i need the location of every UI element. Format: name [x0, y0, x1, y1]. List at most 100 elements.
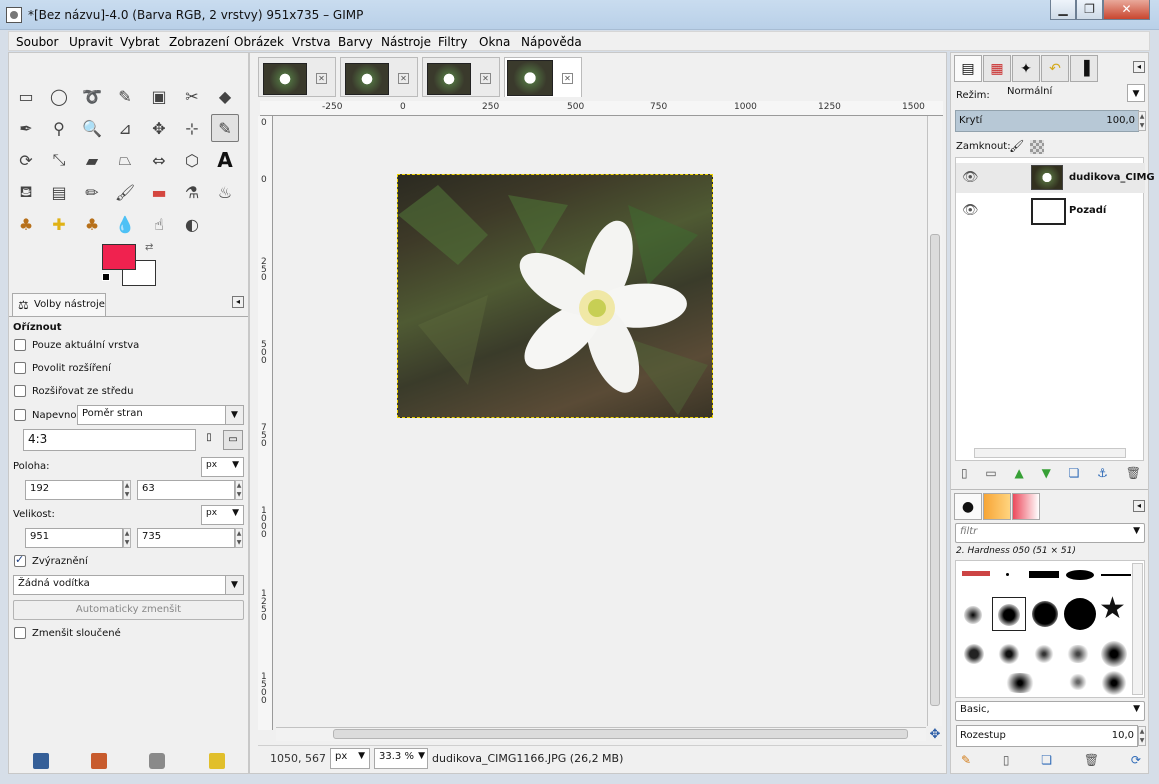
default-colors-icon[interactable]: [102, 273, 110, 281]
ink-icon[interactable]: ♨: [211, 178, 239, 206]
move-icon[interactable]: ✥: [145, 114, 173, 142]
eraser-icon[interactable]: ▬: [145, 178, 173, 206]
image-tab-2[interactable]: ✕: [340, 57, 418, 97]
perspective-clone-icon[interactable]: ♣: [78, 210, 106, 238]
smudge-icon[interactable]: ☝: [145, 210, 173, 238]
configure-tab-icon[interactable]: ◂: [1133, 500, 1145, 512]
paths-tab-icon[interactable]: ✦: [1012, 55, 1040, 82]
only-current-layer-checkbox[interactable]: [14, 339, 26, 351]
restore-options-icon[interactable]: [91, 753, 107, 769]
tool-options-tab[interactable]: ⚖ Volby nástroje: [12, 293, 106, 317]
ratio-input[interactable]: 4:3: [23, 429, 196, 451]
delete-layer-icon[interactable]: 🗑: [1126, 466, 1141, 482]
undo-history-tab-icon[interactable]: ↶: [1041, 55, 1069, 82]
new-layer-group-icon[interactable]: ▭: [985, 466, 996, 482]
anchor-layer-icon[interactable]: ⚓: [1097, 466, 1108, 482]
close-button[interactable]: ✕: [1103, 0, 1150, 20]
swap-colors-icon[interactable]: ⇄: [145, 242, 153, 253]
position-unit-dropdown[interactable]: px ▼: [201, 457, 244, 477]
horizontal-scrollbar[interactable]: [276, 727, 926, 741]
menu-napoveda[interactable]: Nápověda: [521, 35, 582, 49]
fixed-mode-dropdown[interactable]: Poměr stran ▼: [77, 405, 244, 425]
expand-from-center-checkbox[interactable]: [14, 385, 26, 397]
pencil-icon[interactable]: ✏: [78, 178, 106, 206]
brush-preview[interactable]: [1066, 570, 1094, 580]
brush-preview[interactable]: [998, 644, 1020, 664]
menu-soubor[interactable]: Soubor: [16, 35, 58, 49]
close-icon[interactable]: ✕: [398, 73, 409, 84]
align-icon[interactable]: ⊹: [178, 114, 206, 142]
brush-preview[interactable]: [1101, 574, 1131, 576]
patterns-tab-icon[interactable]: [983, 493, 1011, 520]
measure-icon[interactable]: ⊿: [111, 114, 139, 142]
layers-hscroll[interactable]: [974, 448, 1126, 458]
shrink-merged-checkbox[interactable]: [14, 627, 26, 639]
brush-preview[interactable]: [1066, 645, 1090, 663]
scissors-select-icon[interactable]: ✂: [178, 82, 206, 110]
brush-preview[interactable]: [964, 644, 984, 664]
layers-tab-icon[interactable]: ▤: [954, 55, 982, 82]
brush-preview[interactable]: [998, 604, 1020, 626]
brushes-tab-icon[interactable]: ●: [954, 493, 982, 520]
free-select-icon[interactable]: ➰: [78, 82, 106, 110]
configure-tab-icon[interactable]: ◂: [1133, 61, 1145, 73]
vertical-scrollbar[interactable]: [927, 116, 942, 726]
landscape-icon[interactable]: ▭: [223, 430, 243, 450]
brush-grid[interactable]: ★: [955, 560, 1145, 698]
brush-preview[interactable]: [1101, 641, 1127, 667]
fuzzy-select-icon[interactable]: ✎: [111, 82, 139, 110]
close-icon[interactable]: ✕: [562, 73, 573, 84]
menu-okna[interactable]: Okna: [479, 35, 510, 49]
reset-options-icon[interactable]: [209, 753, 225, 769]
crop-icon[interactable]: ✎: [211, 114, 239, 142]
size-unit-dropdown[interactable]: px ▼: [201, 505, 244, 525]
unit-dropdown[interactable]: px ▼: [330, 748, 370, 769]
star-brush-icon[interactable]: ★: [1099, 594, 1126, 624]
guides-dropdown[interactable]: Žádná vodítka ▼: [13, 575, 244, 595]
opacity-slider[interactable]: Krytí 100,0: [955, 110, 1139, 132]
auto-shrink-button[interactable]: Automaticky zmenšit: [13, 600, 244, 620]
bucket-fill-icon[interactable]: ⛾: [12, 178, 40, 206]
fixed-checkbox[interactable]: [14, 409, 26, 421]
image-tab-3[interactable]: ✕: [422, 57, 500, 97]
new-layer-icon[interactable]: ▯: [961, 466, 968, 482]
vertical-scroll-thumb[interactable]: [930, 234, 940, 706]
size-height-spin[interactable]: ▲ ▼: [235, 528, 243, 548]
delete-brush-icon[interactable]: 🗑: [1084, 753, 1099, 769]
eye-icon[interactable]: 👁: [962, 170, 979, 185]
spacing-slider[interactable]: Rozestup 10,0: [956, 725, 1138, 747]
configure-tab-icon[interactable]: ◂: [232, 296, 244, 308]
image-tab-4-active[interactable]: ✕: [504, 57, 582, 97]
brush-preview[interactable]: [1034, 645, 1054, 663]
spacing-spin[interactable]: ▲ ▼: [1138, 726, 1146, 746]
brush-preview[interactable]: [1101, 671, 1127, 695]
menu-vrstva[interactable]: Vrstva: [292, 35, 331, 49]
brush-preview[interactable]: [1064, 598, 1096, 630]
raise-layer-icon[interactable]: ▲: [1015, 466, 1024, 482]
position-x-spin[interactable]: ▲ ▼: [123, 480, 131, 500]
brush-preview[interactable]: [1032, 601, 1058, 627]
navigate-icon[interactable]: ✥: [928, 728, 942, 742]
menu-obrazek[interactable]: Obrázek: [234, 35, 284, 49]
menu-nastroje[interactable]: Nástroje: [381, 35, 431, 49]
edit-brush-icon[interactable]: ✎: [961, 753, 971, 769]
eye-icon[interactable]: 👁: [962, 203, 979, 218]
close-icon[interactable]: ✕: [480, 73, 491, 84]
foreground-select-icon[interactable]: ◆: [211, 82, 239, 110]
lock-pixels-icon[interactable]: 🖌: [1009, 139, 1024, 153]
brush-filter-input[interactable]: filtr ▼: [955, 523, 1145, 543]
position-y-spin[interactable]: ▲ ▼: [235, 480, 243, 500]
clone-icon[interactable]: ♣: [12, 210, 40, 238]
brush-preview[interactable]: [1006, 573, 1009, 576]
save-options-icon[interactable]: [33, 753, 49, 769]
cage-transform-icon[interactable]: ⬡: [178, 146, 206, 174]
foreground-color-swatch[interactable]: [102, 244, 136, 270]
size-width-spin[interactable]: ▲ ▼: [123, 528, 131, 548]
image-tab-1[interactable]: ✕: [258, 57, 336, 97]
gradients-tab-icon[interactable]: [1012, 493, 1040, 520]
zoom-icon[interactable]: 🔍: [78, 114, 106, 142]
paths-icon[interactable]: ✒: [12, 114, 40, 142]
canvas-image[interactable]: [397, 174, 713, 418]
brush-preview[interactable]: [1066, 674, 1090, 690]
minimize-button[interactable]: ▁: [1050, 0, 1076, 20]
